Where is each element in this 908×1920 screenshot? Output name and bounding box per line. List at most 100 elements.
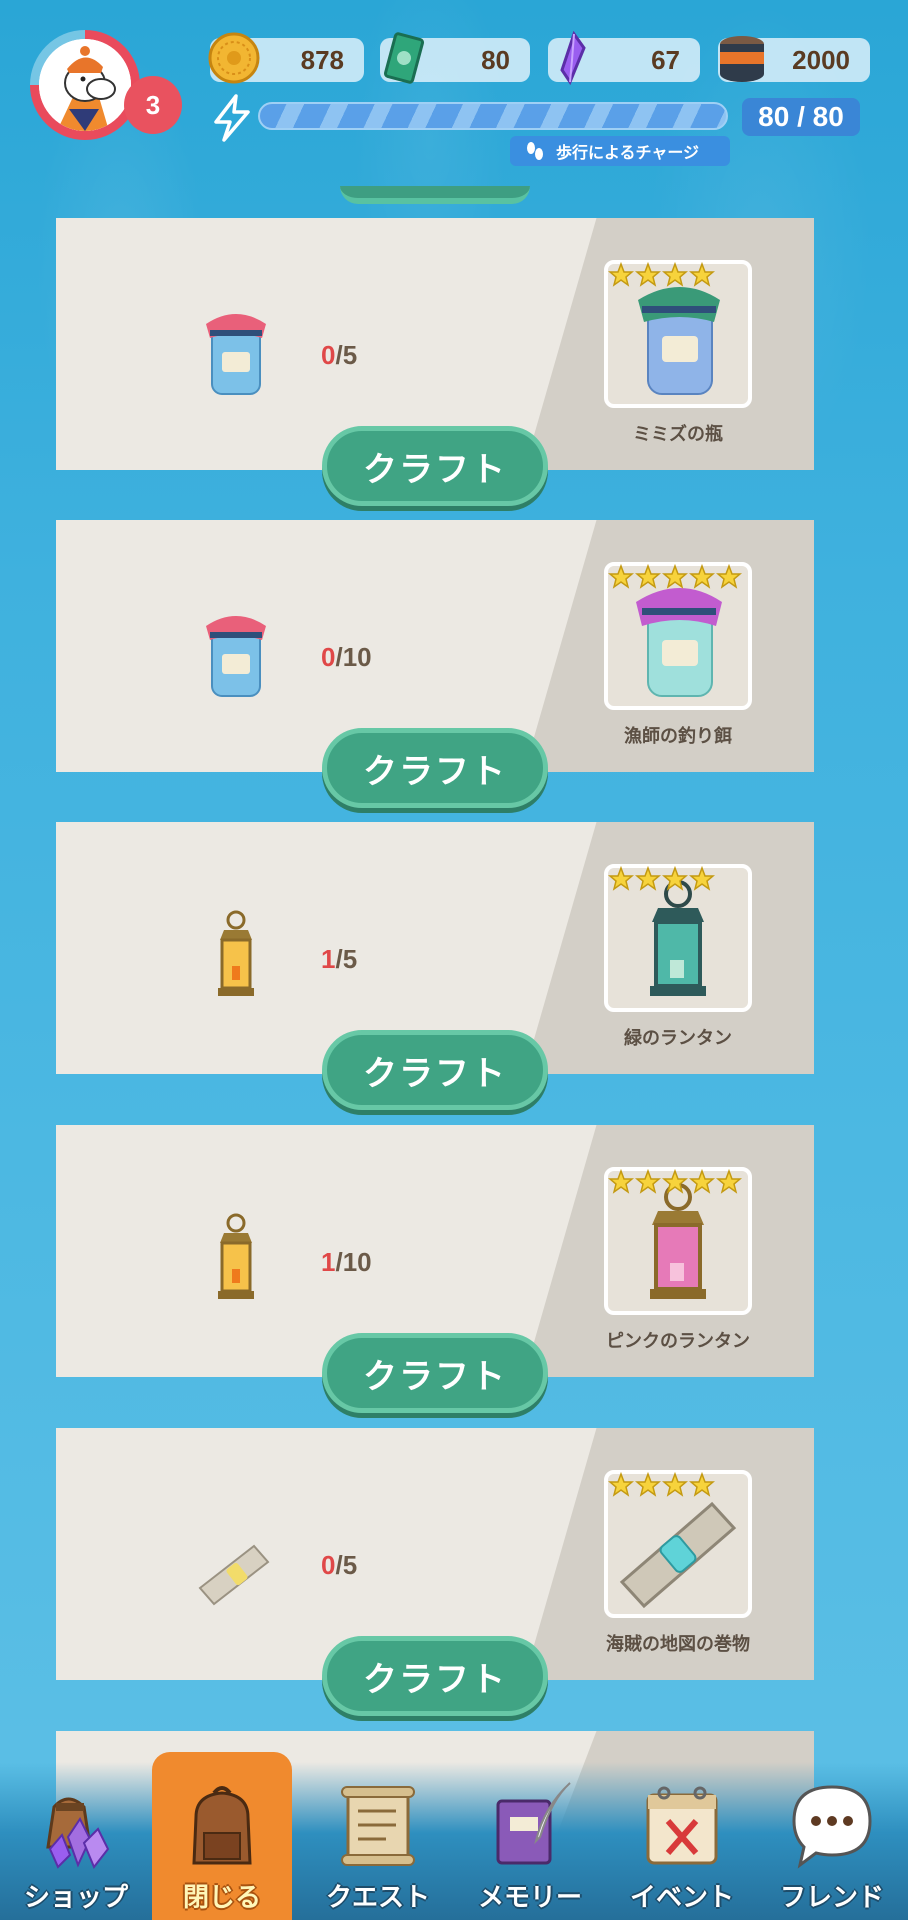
star-icon xyxy=(608,1472,634,1497)
result-item-name: 緑のランタン xyxy=(624,1028,732,1049)
ticket-counter[interactable]: 80 xyxy=(380,32,530,84)
lightning-icon xyxy=(214,94,250,142)
material-have: 1 xyxy=(321,944,336,974)
nav-quest[interactable]: クエスト xyxy=(308,1770,448,1920)
level-badge: 3 xyxy=(124,76,182,134)
star-rating xyxy=(604,564,752,590)
nav-close[interactable]: 閉じる xyxy=(152,1752,292,1920)
star-rating xyxy=(604,866,752,892)
crystal-counter[interactable]: 67 xyxy=(548,30,700,86)
star-icon xyxy=(608,866,634,891)
star-icon xyxy=(635,1169,661,1194)
material-need: /10 xyxy=(335,1247,372,1277)
star-icon xyxy=(635,866,661,891)
book-quill-icon xyxy=(496,1782,571,1865)
tin-can-icon xyxy=(720,36,764,82)
walk-charge-label: 歩行によるチャージ xyxy=(556,143,700,162)
nav-label-quest: クエスト xyxy=(325,1883,430,1913)
result-item-name: ピンクのランタン xyxy=(606,1331,750,1352)
star-rating xyxy=(604,262,752,288)
star-icon xyxy=(689,1472,715,1497)
craft-button[interactable]: クラフト xyxy=(322,426,548,506)
star-icon xyxy=(608,262,634,287)
ticket-icon xyxy=(383,32,425,84)
crystal-value: 67 xyxy=(651,44,680,75)
nav-label-shop: ショップ xyxy=(23,1883,128,1913)
star-icon xyxy=(662,1472,688,1497)
star-icon xyxy=(662,564,688,589)
nav-memory[interactable]: メモリー xyxy=(460,1770,600,1920)
star-rating xyxy=(604,1472,752,1498)
material-have: 0 xyxy=(321,340,336,370)
nav-label-close: 閉じる xyxy=(182,1883,261,1913)
nav-event[interactable]: イベント xyxy=(612,1770,752,1920)
star-icon xyxy=(716,1169,742,1194)
star-icon xyxy=(689,1169,715,1194)
recipe-card: 0/10 漁師の釣り餌 クラフト xyxy=(56,520,814,808)
star-icon xyxy=(608,564,634,589)
material-need: /5 xyxy=(335,944,358,974)
ticket-value: 80 xyxy=(481,44,510,75)
profile-avatar[interactable] xyxy=(30,30,140,140)
pink-jar-icon xyxy=(206,314,266,395)
speech-bubble-icon xyxy=(792,1785,872,1869)
star-icon xyxy=(662,262,688,287)
material-need: /10 xyxy=(335,642,372,672)
result-item-name: 海賊の地図の巻物 xyxy=(606,1634,750,1655)
craft-button[interactable]: クラフト xyxy=(322,1030,548,1110)
pink-jar-icon xyxy=(206,616,266,697)
material-count: 0/10 xyxy=(321,642,372,673)
recipe-card: 1/10 ピンクのランタン クラフト xyxy=(56,1125,814,1413)
material-count: 1/10 xyxy=(321,1247,372,1278)
coin-counter[interactable]: 878 xyxy=(208,32,364,84)
result-item-name: 漁師の釣り餌 xyxy=(624,726,732,747)
previous-craft-button-edge xyxy=(340,186,530,204)
nav-label-friend: フレンド xyxy=(779,1883,884,1913)
coin-value: 878 xyxy=(300,44,344,75)
nav-label-event: イベント xyxy=(629,1883,734,1913)
scroll-icon xyxy=(341,1786,415,1866)
yellow-lantern-icon xyxy=(218,910,254,996)
avatar xyxy=(39,39,131,131)
recipe-card: 0/5 ミミズの瓶 クラフト xyxy=(56,218,814,506)
star-icon xyxy=(662,1169,688,1194)
moomin-character-icon xyxy=(39,39,131,131)
material-count: 0/5 xyxy=(321,340,357,371)
craft-button[interactable]: クラフト xyxy=(322,1333,548,1413)
nav-label-memory: メモリー xyxy=(477,1883,582,1913)
crystal-icon xyxy=(560,30,586,86)
scroll-icon xyxy=(198,1544,270,1606)
material-count: 1/5 xyxy=(321,944,357,975)
energy-bar xyxy=(258,102,728,130)
star-rating xyxy=(604,1169,752,1195)
sack-crystals-icon xyxy=(46,1797,110,1869)
material-need: /5 xyxy=(335,1550,358,1580)
tin-can-counter[interactable]: 2000 xyxy=(718,36,870,82)
material-have: 0 xyxy=(321,642,336,672)
star-icon xyxy=(608,1169,634,1194)
material-need: /5 xyxy=(335,340,358,370)
star-icon xyxy=(689,262,715,287)
material-have: 0 xyxy=(321,1550,336,1580)
energy-count: 80 / 80 xyxy=(742,98,860,136)
star-icon xyxy=(689,564,715,589)
star-icon xyxy=(662,866,688,891)
footprints-icon xyxy=(527,142,543,160)
backpack-icon xyxy=(192,1786,252,1865)
yellow-lantern-icon xyxy=(218,1213,254,1299)
walk-charge-button[interactable]: 歩行によるチャージ xyxy=(510,136,730,166)
material-have: 1 xyxy=(321,1247,336,1277)
tin-can-value: 2000 xyxy=(792,44,850,75)
nav-shop[interactable]: ショップ xyxy=(6,1770,146,1920)
star-icon xyxy=(689,866,715,891)
star-icon xyxy=(635,1472,661,1497)
result-item-name: ミミズの瓶 xyxy=(633,424,723,445)
coin-icon xyxy=(208,32,260,84)
recipe-card: 1/5 緑のランタン クラフト xyxy=(56,822,814,1110)
craft-button[interactable]: クラフト xyxy=(322,728,548,808)
calendar-icon xyxy=(646,1786,718,1865)
craft-button[interactable]: クラフト xyxy=(322,1636,548,1716)
recipe-card: 0/5 海賊の地図の巻物 クラフト xyxy=(56,1428,814,1716)
nav-friend[interactable]: フレンド xyxy=(762,1770,902,1920)
material-count: 0/5 xyxy=(321,1550,357,1581)
